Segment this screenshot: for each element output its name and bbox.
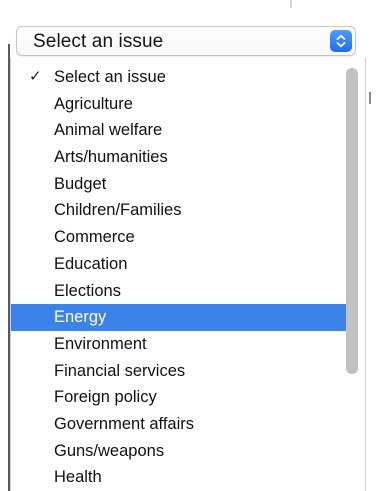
menu-option-label: Elections bbox=[54, 281, 121, 300]
issue-select-value: Select an issue bbox=[33, 31, 164, 52]
menu-scrollbar[interactable] bbox=[345, 64, 359, 484]
menu-option[interactable]: Agriculture bbox=[11, 91, 365, 118]
menu-option-label: Environment bbox=[54, 334, 147, 353]
menu-option-label: Commerce bbox=[54, 228, 135, 247]
issue-select[interactable]: Select an issue bbox=[16, 26, 356, 56]
menu-option-label: Children/Families bbox=[54, 201, 182, 220]
menu-option-label: Animal welfare bbox=[54, 121, 163, 140]
menu-option-label: Guns/weapons bbox=[54, 441, 165, 460]
menu-option[interactable]: Education bbox=[11, 251, 365, 278]
menu-option-label: Education bbox=[54, 254, 128, 273]
checkmark-icon: ✓ bbox=[29, 68, 42, 85]
menu-option-label: Arts/humanities bbox=[54, 148, 168, 167]
menu-option-label: Budget bbox=[54, 174, 107, 193]
menu-option[interactable]: Financial services bbox=[11, 358, 365, 385]
menu-option[interactable]: Budget bbox=[11, 171, 365, 198]
menu-option[interactable]: Health bbox=[11, 464, 365, 491]
menu-option[interactable]: Elections bbox=[11, 278, 365, 305]
menu-option-label: Energy bbox=[54, 308, 107, 327]
menu-option-label: Select an issue bbox=[54, 68, 166, 86]
background-divider bbox=[369, 92, 371, 104]
menu-scrollbar-thumb[interactable] bbox=[346, 68, 358, 374]
issue-option-list: ✓ Select an issue Agriculture Animal welfar… bbox=[11, 58, 365, 491]
menu-option-label: Foreign policy bbox=[54, 388, 157, 407]
window-edge-divider bbox=[290, 0, 292, 8]
menu-option[interactable]: Government affairs bbox=[11, 411, 365, 438]
menu-option[interactable]: Energy bbox=[11, 304, 348, 331]
menu-option[interactable]: Foreign policy bbox=[11, 384, 365, 411]
menu-option-label: Health bbox=[54, 468, 102, 487]
menu-option-label: Financial services bbox=[54, 361, 186, 380]
issue-dropdown-menu: ✓ Select an issue Agriculture Animal welfar… bbox=[10, 58, 366, 491]
menu-option[interactable]: Animal welfare bbox=[11, 117, 365, 144]
menu-option[interactable]: Commerce bbox=[11, 224, 365, 251]
menu-option[interactable]: Guns/weapons bbox=[11, 438, 365, 465]
menu-option[interactable]: Environment bbox=[11, 331, 365, 358]
menu-option[interactable]: Children/Families bbox=[11, 197, 365, 224]
up-down-chevron-icon[interactable] bbox=[330, 30, 352, 52]
menu-option[interactable]: Arts/humanities bbox=[11, 144, 365, 171]
menu-option-label: Agriculture bbox=[54, 94, 133, 113]
menu-option[interactable]: ✓ Select an issue bbox=[11, 64, 365, 91]
menu-option-label: Government affairs bbox=[54, 414, 195, 433]
